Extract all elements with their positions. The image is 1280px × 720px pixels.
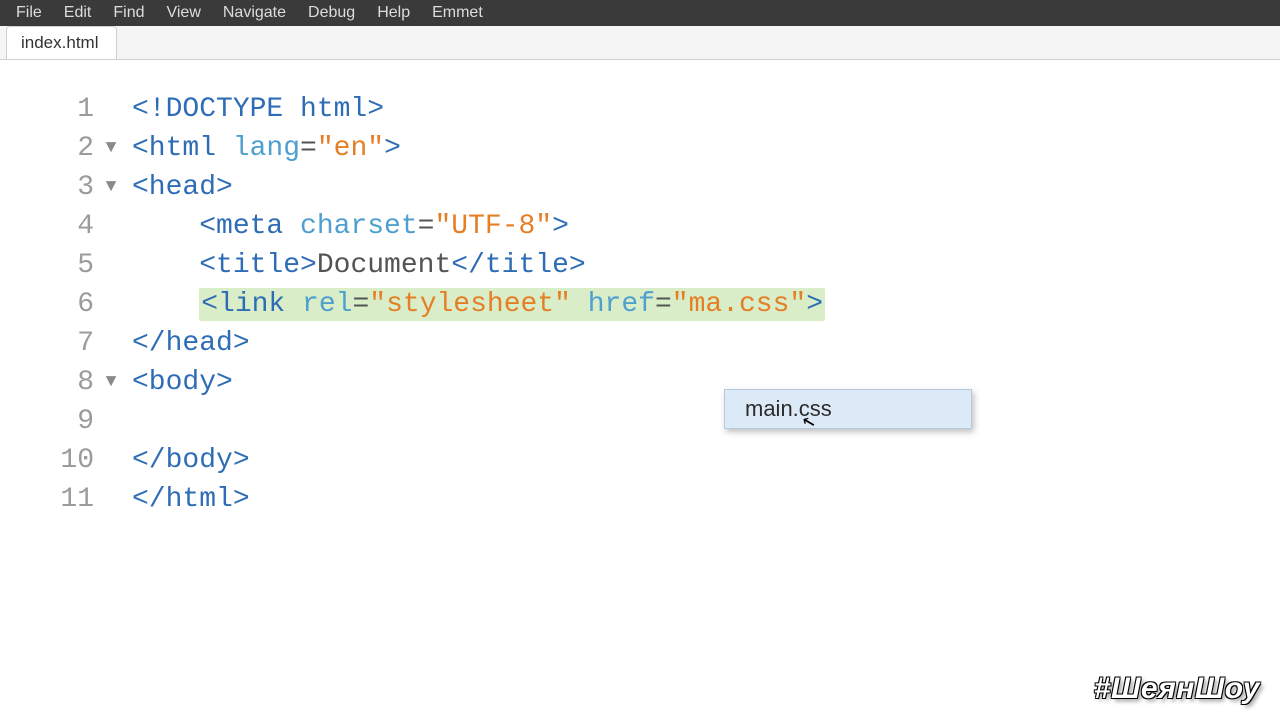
code-token: "stylesheet" — [369, 289, 571, 320]
line-number: 5 — [0, 246, 100, 285]
line-number: 1 — [0, 90, 100, 129]
line-number: 10 — [0, 441, 100, 480]
line-number: 3 — [0, 168, 100, 207]
line-number: 8 — [0, 363, 100, 402]
line-number: 4 — [0, 207, 100, 246]
code-token — [571, 289, 588, 320]
fold-toggle[interactable]: ▼ — [100, 363, 122, 402]
line-number: 7 — [0, 324, 100, 363]
code-token: = — [655, 289, 672, 320]
code-token — [132, 289, 199, 320]
code-token: <!DOCTYPE html> — [132, 94, 384, 125]
menu-navigate[interactable]: Navigate — [213, 1, 296, 25]
code-token: <meta — [199, 211, 300, 242]
menu-find[interactable]: Find — [103, 1, 154, 25]
code-token: "ma.css" — [672, 289, 806, 320]
menu-view[interactable]: View — [156, 1, 210, 25]
menu-file[interactable]: File — [6, 1, 52, 25]
code-token: "UTF-8" — [434, 211, 552, 242]
code-line[interactable]: 5 ▼ <title>Document</title> — [0, 246, 1280, 285]
code-token: <link — [201, 289, 302, 320]
code-token: Document — [317, 250, 451, 281]
code-token: charset — [300, 211, 418, 242]
menu-help[interactable]: Help — [367, 1, 420, 25]
code-token: href — [588, 289, 655, 320]
code-line[interactable]: 9 ▼ — [0, 402, 1280, 441]
code-token: <title> — [199, 250, 317, 281]
code-token: "en" — [317, 133, 384, 164]
line-number: 9 — [0, 402, 100, 441]
code-token: rel — [302, 289, 352, 320]
code-line[interactable]: 7 ▼ </head> — [0, 324, 1280, 363]
line-number: 11 — [0, 480, 100, 519]
code-token: <html — [132, 133, 233, 164]
code-token: lang — [233, 133, 300, 164]
fold-toggle[interactable]: ▼ — [100, 129, 122, 168]
watermark: #ШеянШоу — [1094, 672, 1260, 706]
code-token: = — [418, 211, 435, 242]
code-token: </head> — [132, 328, 250, 359]
code-token: <body> — [132, 367, 233, 398]
code-line[interactable]: 11 ▼ </html> — [0, 480, 1280, 519]
code-token — [132, 211, 199, 242]
line-number: 6 — [0, 285, 100, 324]
code-line[interactable]: 10 ▼ </body> — [0, 441, 1280, 480]
line-number: 2 — [0, 129, 100, 168]
code-token: > — [806, 289, 823, 320]
code-token: <head> — [132, 172, 233, 203]
code-token: </title> — [451, 250, 585, 281]
autocomplete-item[interactable]: main.css — [725, 390, 971, 428]
code-line[interactable]: 6 ▼ <link rel="stylesheet" href="ma.css"… — [0, 285, 1280, 324]
code-line[interactable]: 8 ▼ <body> — [0, 363, 1280, 402]
code-token — [132, 250, 199, 281]
code-line[interactable]: 2 ▼ <html lang="en"> — [0, 129, 1280, 168]
menu-edit[interactable]: Edit — [54, 1, 102, 25]
code-token: = — [352, 289, 369, 320]
code-token: = — [300, 133, 317, 164]
code-token: > — [552, 211, 569, 242]
code-line[interactable]: 4 ▼ <meta charset="UTF-8"> — [0, 207, 1280, 246]
tab-active[interactable]: index.html — [6, 26, 117, 59]
menu-bar: File Edit Find View Navigate Debug Help … — [0, 0, 1280, 26]
menu-emmet[interactable]: Emmet — [422, 1, 493, 25]
code-line[interactable]: 3 ▼ <head> — [0, 168, 1280, 207]
fold-toggle[interactable]: ▼ — [100, 168, 122, 207]
code-editor[interactable]: 1 ▼ <!DOCTYPE html> 2 ▼ <html lang="en">… — [0, 60, 1280, 519]
code-line[interactable]: 1 ▼ <!DOCTYPE html> — [0, 90, 1280, 129]
code-token: </html> — [132, 484, 250, 515]
code-token: > — [384, 133, 401, 164]
menu-debug[interactable]: Debug — [298, 1, 365, 25]
tab-bar: index.html — [0, 26, 1280, 60]
active-line-highlight: <link rel="stylesheet" href="ma.css"> — [199, 288, 825, 321]
code-token: </body> — [132, 445, 250, 476]
autocomplete-popup[interactable]: main.css — [724, 389, 972, 429]
